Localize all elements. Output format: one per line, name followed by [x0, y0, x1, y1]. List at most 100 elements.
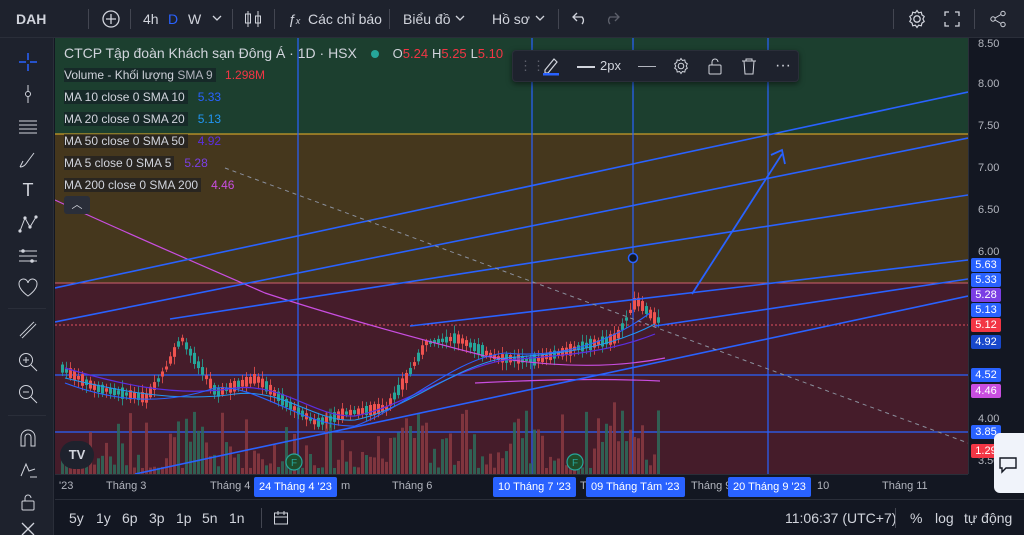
- interval-d[interactable]: D: [168, 0, 178, 38]
- time-axis[interactable]: '23 Tháng 3 Tháng 4 m Tháng 6 T Tháng 9 …: [55, 474, 968, 498]
- candles-icon[interactable]: [243, 9, 263, 29]
- candle-body: [393, 392, 396, 400]
- horizontal-lines-icon[interactable]: [17, 116, 39, 138]
- chat-icon[interactable]: [998, 455, 1018, 475]
- indicator-volume[interactable]: Volume - Khối lượng SMA 9 1.298M: [64, 66, 265, 84]
- volume-bar: [361, 451, 364, 474]
- volume-bar: [597, 418, 600, 474]
- range-1y[interactable]: 1y: [96, 500, 111, 535]
- lock-drawing-icon[interactable]: [17, 459, 39, 481]
- volume-bar: [145, 422, 148, 474]
- range-1d[interactable]: 1n: [229, 500, 245, 535]
- settings-gear-icon[interactable]: [907, 9, 927, 29]
- x-tick: m: [341, 480, 351, 492]
- range-5d[interactable]: 5n: [202, 500, 218, 535]
- ruler-icon[interactable]: [17, 319, 39, 341]
- legend-collapse-button[interactable]: ︿: [64, 196, 90, 214]
- line-width-value[interactable]: 2px: [600, 51, 621, 81]
- range-5y[interactable]: 5y: [69, 500, 84, 535]
- indicator-ma20[interactable]: MA 20 close 0 SMA 20 5.13: [64, 110, 221, 128]
- indicator-value: 5.33: [197, 90, 222, 104]
- magnet-icon[interactable]: [17, 428, 39, 450]
- share-icon[interactable]: [989, 10, 1007, 28]
- range-1m[interactable]: 1p: [176, 500, 192, 535]
- candle-body: [401, 378, 404, 390]
- trend-line-icon[interactable]: [17, 83, 39, 105]
- unlock-icon[interactable]: [707, 57, 723, 75]
- tradingview-logo[interactable]: TV: [60, 441, 94, 469]
- date-range-icon[interactable]: [273, 510, 289, 526]
- volume-bar: [129, 413, 132, 474]
- compare-add-icon[interactable]: [102, 10, 120, 28]
- pattern-icon[interactable]: [17, 213, 39, 235]
- range-6m[interactable]: 6p: [122, 500, 138, 535]
- range-3m[interactable]: 3p: [149, 500, 165, 535]
- side-panel-tab[interactable]: [994, 433, 1024, 493]
- volume-bar: [237, 453, 240, 474]
- volume-bar: [341, 440, 344, 474]
- candle-body: [293, 406, 296, 411]
- candle-body: [209, 378, 212, 389]
- line-color-icon[interactable]: [542, 56, 560, 76]
- candle-body: [449, 336, 452, 342]
- settings-gear-icon[interactable]: [672, 57, 690, 75]
- redo-icon[interactable]: [604, 11, 620, 25]
- trash-icon[interactable]: [741, 57, 757, 75]
- interval-4h[interactable]: 4h: [143, 0, 159, 38]
- brush-icon[interactable]: [17, 149, 39, 171]
- indicator-ma50[interactable]: MA 50 close 0 SMA 50 4.92: [64, 132, 221, 150]
- candle-body: [193, 352, 196, 365]
- indicator-ma5[interactable]: MA 5 close 0 SMA 5 5.28: [64, 154, 208, 172]
- indicator-ma10[interactable]: MA 10 close 0 SMA 10 5.33: [64, 88, 221, 106]
- divider: [974, 9, 975, 29]
- volume-bar: [125, 465, 128, 474]
- lock-icon[interactable]: [17, 491, 39, 513]
- symbol-search[interactable]: DAH: [16, 0, 46, 38]
- x-tick: Tháng 4: [210, 480, 251, 492]
- candle-body: [373, 404, 376, 415]
- volume-bar: [365, 455, 368, 474]
- low-label: L: [470, 46, 478, 61]
- zoom-in-icon[interactable]: [17, 351, 39, 373]
- heart-icon[interactable]: [17, 277, 39, 299]
- chevron-down-icon[interactable]: [212, 15, 222, 23]
- candle-body: [469, 342, 472, 348]
- chevron-down-icon[interactable]: [535, 15, 545, 23]
- interval-w[interactable]: W: [188, 0, 201, 38]
- divider: [130, 9, 131, 29]
- undo-icon[interactable]: [572, 11, 588, 25]
- line-style-icon[interactable]: [638, 66, 656, 67]
- volume-bar: [105, 442, 108, 474]
- percent-scale-toggle[interactable]: %: [910, 500, 922, 535]
- indicator-ma200[interactable]: MA 200 close 0 SMA 200 4.46: [64, 176, 234, 194]
- text-tool-icon[interactable]: T: [17, 180, 39, 202]
- candle-body: [473, 342, 476, 352]
- profile-menu-button[interactable]: Hồ sơ: [492, 0, 530, 38]
- volume-bar: [261, 459, 264, 474]
- indicators-button[interactable]: Các chỉ báo: [308, 0, 382, 38]
- prediction-icon[interactable]: [17, 245, 39, 267]
- chevron-down-icon[interactable]: [455, 15, 465, 23]
- date-badge: 24 Tháng 4 '23: [254, 477, 337, 497]
- line-width-icon[interactable]: [577, 66, 595, 68]
- auto-scale-toggle[interactable]: tự động: [964, 500, 1012, 535]
- volume-bar: [445, 438, 448, 474]
- fx-icon[interactable]: ƒx: [288, 0, 300, 38]
- crosshair-icon[interactable]: [17, 51, 39, 73]
- more-options-icon[interactable]: ···: [775, 51, 791, 81]
- divider: [895, 508, 896, 528]
- fullscreen-icon[interactable]: [943, 10, 961, 28]
- indicator-name: MA 5 close 0 SMA 5: [64, 156, 175, 170]
- date-badge: 09 Tháng Tám '23: [586, 477, 685, 497]
- chart-menu-button[interactable]: Biểu đồ: [403, 0, 450, 38]
- divider: [261, 508, 262, 528]
- close-icon[interactable]: [17, 518, 39, 535]
- log-scale-toggle[interactable]: log: [935, 500, 954, 535]
- price-axis[interactable]: 8.50 8.00 7.50 7.00 6.50 6.00 4.00 3.50 …: [968, 38, 1024, 474]
- zoom-out-icon[interactable]: [17, 383, 39, 405]
- price-badge: 5.12: [971, 318, 1001, 332]
- candle-body: [349, 409, 352, 416]
- volume-bar: [529, 463, 532, 474]
- clock[interactable]: 11:06:37 (UTC+7): [785, 500, 896, 535]
- volume-bar: [593, 448, 596, 474]
